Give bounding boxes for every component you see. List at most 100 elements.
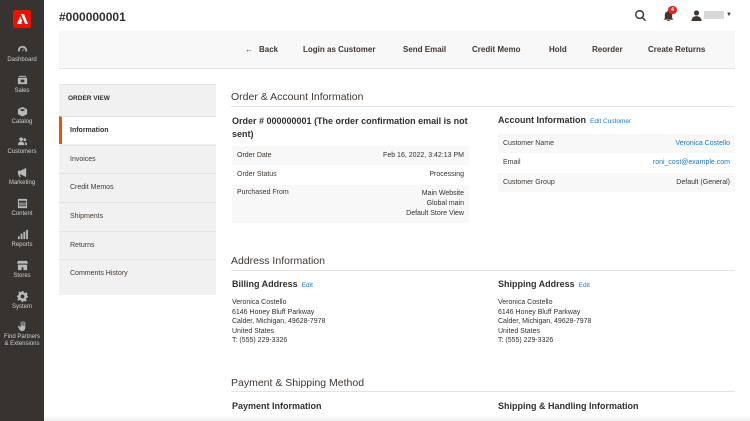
nav-catalog[interactable]: Catalog bbox=[0, 106, 44, 126]
catalog-icon bbox=[17, 106, 28, 117]
header-actions: 4 ▼ bbox=[634, 6, 732, 22]
nav-find-partners-label-1: Find Partners bbox=[3, 334, 40, 340]
user-name-redacted bbox=[704, 11, 725, 19]
back-button-label: Back bbox=[259, 45, 279, 54]
shipping-name: Veronica Costello bbox=[498, 299, 553, 306]
email-label: Email bbox=[503, 159, 521, 166]
nav-content[interactable]: Content bbox=[0, 198, 44, 218]
order-date-value: Feb 16, 2022, 3:42:13 PM bbox=[383, 152, 464, 159]
nav-stores[interactable]: Stores bbox=[0, 260, 44, 280]
customer-name-row: Customer Name Veronica Costello bbox=[498, 134, 735, 153]
purchased-from-value: Main Website Global main Default Store V… bbox=[406, 189, 464, 219]
reports-icon bbox=[17, 229, 28, 240]
tab-returns[interactable]: Returns bbox=[59, 231, 216, 259]
dashboard-icon bbox=[17, 44, 28, 55]
nav-reports[interactable]: Reports bbox=[0, 229, 44, 249]
nav-catalog-label: Catalog bbox=[11, 119, 33, 125]
order-date-row: Order Date Feb 16, 2022, 3:42:13 PM bbox=[232, 146, 469, 165]
shipping-address-block: Veronica Costello 6146 Honey Bluff Parkw… bbox=[498, 298, 591, 346]
account-info-heading: Account Information Edit Customer bbox=[498, 115, 631, 125]
nav-system-label: System bbox=[11, 304, 32, 310]
tab-comments-history[interactable]: Comments History bbox=[59, 259, 216, 287]
customers-icon bbox=[17, 136, 28, 147]
account-info-heading-label: Account Information bbox=[498, 115, 586, 125]
edit-billing-address-link[interactable]: Edit bbox=[302, 282, 313, 289]
purchased-from-row: Purchased From Main Website Global main … bbox=[232, 185, 469, 223]
section-divider bbox=[231, 391, 735, 392]
tab-credit-memos[interactable]: Credit Memos bbox=[59, 173, 216, 201]
nav-customers-label: Customers bbox=[7, 149, 37, 155]
nav-find-partners-label-2: & Extensions bbox=[4, 341, 40, 347]
chevron-down-icon: ▼ bbox=[726, 12, 732, 18]
user-icon bbox=[690, 9, 702, 21]
billing-city: Calder, Michigan, 49628-7978 bbox=[232, 318, 326, 326]
tab-invoices[interactable]: Invoices bbox=[59, 145, 216, 173]
send-email-button[interactable]: Send Email bbox=[403, 45, 446, 54]
customer-name-link[interactable]: Veronica Costello bbox=[676, 134, 730, 153]
nav-marketing[interactable]: Marketing bbox=[0, 167, 44, 187]
payment-info-heading: Payment Information bbox=[232, 401, 322, 411]
bottom-fade bbox=[44, 415, 750, 421]
admin-sidebar: Dashboard Sales Catalog Customers Market… bbox=[0, 0, 44, 421]
back-arrow-icon: ← bbox=[245, 45, 253, 54]
purchased-from-website: Main Website bbox=[421, 190, 464, 197]
nav-dashboard[interactable]: Dashboard bbox=[0, 44, 44, 64]
back-button[interactable]: ← Back bbox=[245, 45, 278, 54]
order-info-table: Order Date Feb 16, 2022, 3:42:13 PM Orde… bbox=[232, 146, 469, 223]
stores-icon bbox=[16, 260, 28, 271]
nav-system[interactable]: System bbox=[0, 291, 44, 311]
billing-street: 6146 Honey Bluff Parkway bbox=[232, 308, 315, 316]
order-view-tabs-title: ORDER VIEW bbox=[68, 95, 110, 102]
billing-address-block: Veronica Costello 6146 Honey Bluff Parkw… bbox=[232, 298, 325, 346]
shipping-street: 6146 Honey Bluff Parkway bbox=[498, 308, 581, 316]
search-icon[interactable] bbox=[634, 9, 646, 21]
shipping-city: Calder, Michigan, 49628-7978 bbox=[498, 318, 592, 326]
address-section-title: Address Information bbox=[231, 255, 325, 267]
nav-customers[interactable]: Customers bbox=[0, 136, 44, 156]
nav-find-partners[interactable]: Find Partners & Extensions bbox=[0, 321, 44, 348]
order-account-section-title: Order & Account Information bbox=[231, 91, 364, 103]
nav-dashboard-label: Dashboard bbox=[7, 57, 37, 63]
page-title: #000000001 bbox=[59, 10, 126, 24]
billing-phone: T: (555) 229-3326 bbox=[232, 337, 288, 345]
email-link[interactable]: roni_cost@example.com bbox=[653, 153, 730, 173]
customer-group-row: Customer Group Default (General) bbox=[498, 173, 735, 192]
marketing-icon bbox=[17, 167, 28, 178]
nav-reports-label: Reports bbox=[11, 242, 33, 248]
credit-memo-button[interactable]: Credit Memo bbox=[472, 45, 520, 54]
purchased-from-label: Purchased From bbox=[237, 189, 289, 196]
edit-customer-link[interactable]: Edit Customer bbox=[590, 118, 631, 125]
shipping-country: United States bbox=[498, 327, 541, 335]
create-returns-button[interactable]: Create Returns bbox=[648, 45, 705, 54]
notifications-bell-icon[interactable]: 4 bbox=[662, 6, 678, 21]
shipping-handling-heading: Shipping & Handling Information bbox=[498, 401, 639, 411]
order-view-tabs: ORDER VIEW Information Invoices Credit M… bbox=[59, 84, 216, 295]
nav-stores-label: Stores bbox=[13, 273, 31, 279]
tab-shipments[interactable]: Shipments bbox=[59, 202, 216, 230]
gear-icon bbox=[16, 291, 28, 302]
content-icon bbox=[17, 198, 28, 209]
adobe-logo-icon[interactable] bbox=[13, 10, 31, 28]
order-actions-toolbar: ← Back Login as Customer Send Email Credi… bbox=[59, 31, 735, 69]
order-heading: Order # 000000001 (The order confirmatio… bbox=[232, 116, 468, 139]
order-status-value: Processing bbox=[429, 171, 464, 178]
nav-sales[interactable]: Sales bbox=[0, 75, 44, 95]
notification-count-badge: 4 bbox=[668, 6, 678, 14]
shipping-phone: T: (555) 229-3326 bbox=[498, 337, 554, 345]
customer-name-label: Customer Name bbox=[503, 140, 554, 147]
purchased-from-store-view: Default Store View bbox=[406, 210, 464, 217]
hold-button[interactable]: Hold bbox=[549, 45, 567, 54]
reorder-button[interactable]: Reorder bbox=[592, 45, 623, 54]
login-as-customer-button[interactable]: Login as Customer bbox=[303, 45, 375, 54]
user-account-menu[interactable]: ▼ bbox=[690, 9, 732, 21]
sales-icon bbox=[17, 75, 28, 86]
payment-shipping-section-title: Payment & Shipping Method bbox=[231, 377, 365, 389]
billing-address-heading-label: Billing Address bbox=[232, 279, 298, 289]
billing-name: Veronica Costello bbox=[232, 299, 287, 306]
shipping-address-heading-label: Shipping Address bbox=[498, 279, 575, 289]
customer-group-value: Default (General) bbox=[676, 179, 730, 186]
nav-marketing-label: Marketing bbox=[8, 180, 36, 186]
edit-shipping-address-link[interactable]: Edit bbox=[579, 282, 590, 289]
tab-information[interactable]: Information bbox=[59, 116, 216, 144]
nav-sales-label: Sales bbox=[14, 88, 30, 94]
